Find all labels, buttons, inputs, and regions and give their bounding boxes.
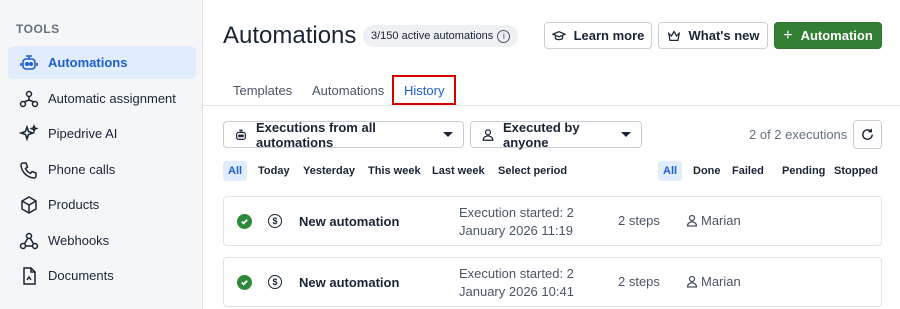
tab-history[interactable]: History: [392, 75, 457, 105]
period-chip-today[interactable]: Today: [253, 161, 295, 181]
execution-row[interactable]: $ New automation Execution started: 2 Ja…: [223, 257, 882, 307]
crown-icon: [667, 29, 681, 43]
executor-filter-dropdown[interactable]: Executed by anyone: [470, 119, 642, 150]
tab-templates[interactable]: Templates: [233, 76, 292, 105]
execution-count: 2 of 2 executions: [749, 127, 848, 142]
learn-more-button[interactable]: Learn more: [544, 22, 652, 49]
sidebar-item-automatic-assignment[interactable]: Automatic assignment: [8, 82, 196, 115]
active-count-text: 3/150 active automations: [371, 30, 494, 42]
period-chip-select-period[interactable]: Select period: [493, 161, 572, 181]
box-icon: [18, 194, 40, 216]
learn-more-label: Learn more: [573, 28, 645, 43]
chevron-down-icon: [443, 132, 453, 137]
success-check-icon: [237, 275, 252, 290]
execution-steps: 2 steps: [618, 274, 660, 289]
sidebar-item-products[interactable]: Products: [8, 188, 196, 221]
active-count-badge: 3/150 active automations i: [363, 25, 519, 47]
document-icon: [18, 265, 40, 287]
success-check-icon: [237, 214, 252, 229]
main-content: Automations 3/150 active automations i L…: [203, 0, 900, 309]
period-chip-all[interactable]: All: [223, 161, 248, 181]
webhook-icon: [18, 230, 40, 252]
robot-icon: [234, 128, 248, 142]
execution-name: New automation: [299, 275, 400, 290]
sidebar: TOOLS Automations Automatic assignment P…: [0, 0, 203, 309]
add-automation-label: Automation: [800, 28, 873, 43]
status-chip-failed[interactable]: Failed: [727, 161, 769, 181]
person-icon: [686, 214, 698, 227]
period-chip-last-week[interactable]: Last week: [427, 161, 490, 181]
deal-dollar-icon: $: [268, 275, 282, 289]
tab-automations[interactable]: Automations: [312, 76, 384, 105]
sidebar-item-pipedrive-ai[interactable]: Pipedrive AI: [8, 117, 196, 150]
sidebar-item-automations[interactable]: Automations: [8, 46, 196, 79]
sidebar-item-label: Phone calls: [48, 162, 116, 177]
info-icon[interactable]: i: [497, 29, 511, 43]
add-automation-button[interactable]: + Automation: [774, 22, 882, 49]
sidebar-item-phone-calls[interactable]: Phone calls: [8, 153, 196, 186]
automation-filter-dropdown[interactable]: Executions from all automations: [223, 119, 464, 150]
sidebar-item-label: Webhooks: [48, 233, 110, 248]
execution-user: Marian: [701, 213, 741, 228]
whats-new-label: What's new: [688, 28, 760, 43]
sidebar-item-label: Pipedrive AI: [48, 126, 118, 141]
sidebar-item-label: Automations: [48, 55, 128, 70]
refresh-icon: [862, 128, 873, 140]
whats-new-button[interactable]: What's new: [658, 22, 768, 49]
status-chip-all[interactable]: All: [658, 161, 683, 181]
period-chip-this-week[interactable]: This week: [363, 161, 426, 181]
sidebar-item-label: Automatic assignment: [48, 91, 176, 106]
person-icon: [481, 128, 495, 142]
automation-filter-label: Executions from all automations: [256, 119, 376, 150]
execution-started: Execution started: 2 January 2026 11:19: [459, 205, 574, 238]
execution-started: Execution started: 2 January 2026 10:41: [459, 266, 574, 299]
sidebar-item-documents[interactable]: Documents: [8, 259, 196, 292]
refresh-button[interactable]: [853, 120, 882, 149]
assignment-icon: [18, 88, 40, 110]
chevron-down-icon: [621, 132, 631, 137]
sidebar-item-label: Documents: [48, 268, 114, 283]
status-chip-done[interactable]: Done: [688, 161, 726, 181]
graduation-cap-icon: [551, 29, 566, 43]
execution-steps: 2 steps: [618, 213, 660, 228]
phone-icon: [18, 159, 40, 181]
person-icon: [686, 275, 698, 288]
deal-dollar-icon: $: [268, 214, 282, 228]
executor-filter-label: Executed by anyone: [503, 119, 580, 150]
sidebar-item-webhooks[interactable]: Webhooks: [8, 224, 196, 257]
sparkle-icon: [18, 123, 40, 145]
sidebar-heading: TOOLS: [16, 22, 60, 36]
robot-icon: [18, 52, 40, 74]
tab-bar: Templates Automations History: [203, 75, 900, 106]
sidebar-item-label: Products: [48, 197, 100, 212]
status-chip-stopped[interactable]: Stopped: [829, 161, 883, 181]
period-chip-yesterday[interactable]: Yesterday: [298, 161, 360, 181]
page-title: Automations: [223, 22, 357, 49]
status-chip-pending[interactable]: Pending: [777, 161, 830, 181]
execution-user: Marian: [701, 274, 741, 289]
plus-icon: +: [783, 26, 793, 44]
execution-row[interactable]: $ New automation Execution started: 2 Ja…: [223, 196, 882, 246]
execution-name: New automation: [299, 214, 400, 229]
